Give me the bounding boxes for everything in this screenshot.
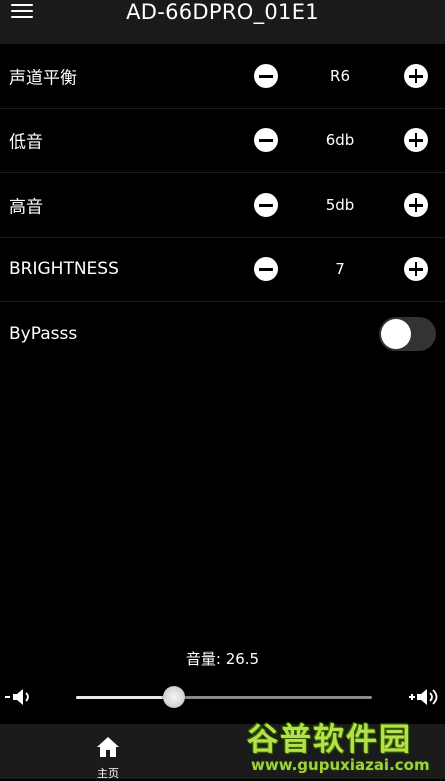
page-title: AD-66DPRO_01E1 bbox=[126, 0, 319, 24]
volume-down-icon[interactable] bbox=[5, 686, 35, 708]
setting-row-brightness: BRIGHTNESS 7 bbox=[0, 237, 445, 302]
decrease-brightness-button[interactable] bbox=[254, 257, 278, 281]
setting-row-balance: 声道平衡 R6 bbox=[0, 44, 445, 109]
setting-label: 低音 bbox=[9, 132, 43, 153]
decrease-bass-button[interactable] bbox=[254, 128, 278, 152]
volume-label: 音量: 26.5 bbox=[185, 650, 260, 668]
setting-label: 高音 bbox=[9, 197, 43, 218]
nav-home[interactable]: 主页 bbox=[78, 724, 138, 780]
setting-row-bypass: ByPasss bbox=[0, 302, 445, 366]
home-icon bbox=[97, 737, 119, 757]
setting-value: 7 bbox=[335, 260, 345, 278]
setting-value: 6db bbox=[325, 131, 355, 149]
decrease-treble-button[interactable] bbox=[254, 193, 278, 217]
increase-treble-button[interactable] bbox=[404, 193, 428, 217]
setting-label: BRIGHTNESS bbox=[9, 259, 119, 279]
setting-row-bass: 低音 6db bbox=[0, 108, 445, 173]
slider-thumb[interactable] bbox=[162, 686, 185, 708]
bypass-label: ByPasss bbox=[9, 324, 78, 344]
increase-balance-button[interactable] bbox=[404, 64, 428, 88]
setting-value: R6 bbox=[330, 67, 350, 85]
increase-bass-button[interactable] bbox=[404, 128, 428, 152]
watermark-url: www.gupuxiazai.com bbox=[251, 756, 430, 774]
increase-brightness-button[interactable] bbox=[404, 257, 428, 281]
slider-fill bbox=[76, 696, 174, 699]
header: AD-66DPRO_01E1 bbox=[0, 0, 445, 44]
toggle-knob bbox=[381, 319, 411, 349]
setting-value: 5db bbox=[325, 196, 355, 214]
setting-label: 声道平衡 bbox=[9, 68, 77, 89]
bypass-toggle[interactable] bbox=[379, 317, 436, 351]
setting-row-treble: 高音 5db bbox=[0, 173, 445, 238]
volume-up-icon[interactable] bbox=[409, 686, 443, 708]
watermark-logo: 谷普软件园 www.gupuxiazai.com bbox=[243, 706, 445, 779]
watermark-brand: 谷普软件园 bbox=[247, 722, 412, 758]
decrease-balance-button[interactable] bbox=[254, 64, 278, 88]
